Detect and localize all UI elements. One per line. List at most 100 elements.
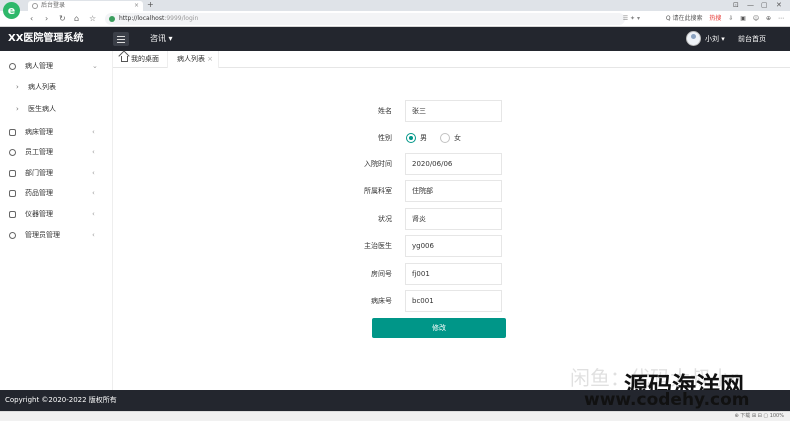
chevron-right-icon: ›: [16, 83, 19, 91]
sidebar-item-label: 部门管理: [25, 169, 53, 177]
gender-female-radio[interactable]: 女: [440, 132, 470, 144]
gender-male-radio[interactable]: 男: [406, 132, 436, 144]
avatar[interactable]: [686, 31, 701, 46]
sidebar-item-beds[interactable]: 病床管理 ‹: [0, 122, 113, 142]
app-header: XX医院管理系统 咨讯 ▾ 小刘 ▾ 前台首页: [0, 27, 790, 51]
url-path: :9999/login: [164, 15, 199, 22]
admin-icon: [9, 232, 16, 239]
more-icon[interactable]: ⋯: [778, 15, 784, 22]
copyright-text: Copyright ©2020-2022 版权所有: [5, 396, 117, 404]
staff-icon: [9, 149, 16, 156]
sidebar-item-staff[interactable]: 员工管理 ‹: [0, 142, 113, 162]
sidebar-item-label: 药品管理: [25, 189, 53, 197]
gender-label: 性别: [378, 134, 392, 142]
doctor-label: 主治医生: [364, 242, 392, 250]
menu-toggle-icon[interactable]: [113, 32, 129, 46]
globe-icon[interactable]: ⊕: [766, 15, 771, 22]
sidebar: 病人管理 ⌄ › 病人列表 › 医生病人 病床管理 ‹ 员工管理 ‹ 部门管理 …: [0, 51, 113, 390]
window-maximize-icon[interactable]: ▢: [761, 0, 768, 10]
sidebar-item-instruments[interactable]: 仪器管理 ‹: [0, 204, 113, 224]
name-input[interactable]: [405, 100, 502, 122]
window-minimize-icon[interactable]: —: [747, 0, 754, 10]
news-menu[interactable]: 咨讯 ▾: [150, 27, 173, 51]
new-tab-button[interactable]: +: [147, 0, 154, 10]
name-label: 姓名: [378, 107, 392, 115]
radio-unchecked-icon: [440, 133, 450, 143]
tab-label: 病人列表: [177, 55, 205, 63]
browser-toolbar: Q 请在此搜索 热搜 ⇩ ▣ ☺ ⊕ ⋯: [661, 13, 784, 25]
form-row-gender: 性别 男 女: [113, 127, 790, 149]
gender-male-label: 男: [420, 134, 427, 142]
house-icon: [121, 56, 128, 62]
reload-icon[interactable]: ↻: [59, 13, 66, 25]
user-menu[interactable]: 小刘 ▾: [705, 27, 725, 51]
address-bar: ‹ › ↻ ⌂ ☆ http://localhost:9999/login ☰ …: [0, 11, 790, 27]
department-icon: [9, 170, 16, 177]
form-row-room: 房间号: [113, 263, 790, 285]
browser-tab-bar: 后台登录 × + ⊡ — ▢ ✕: [0, 0, 790, 11]
admit-time-label: 入院时间: [364, 160, 392, 168]
secure-icon: [109, 16, 115, 22]
submit-button[interactable]: 修改: [372, 318, 506, 338]
doctor-input[interactable]: [405, 235, 502, 257]
sidebar-item-label: 员工管理: [25, 148, 53, 156]
extension-icon[interactable]: ▣: [740, 15, 746, 22]
department-label: 所属科室: [364, 187, 392, 195]
download-icon[interactable]: ⇩: [728, 15, 733, 22]
bed-input[interactable]: [405, 290, 502, 312]
front-page-link[interactable]: 前台首页: [738, 27, 766, 51]
account-icon[interactable]: ☺: [753, 15, 759, 22]
status-input[interactable]: [405, 208, 502, 230]
sidebar-item-patients[interactable]: 病人管理 ⌄: [0, 56, 113, 76]
page-favicon-icon: [32, 3, 38, 9]
form-row-name: 姓名: [113, 100, 790, 122]
search-hint[interactable]: Q 请在此搜索: [666, 15, 703, 22]
url-actions[interactable]: ☰ ✦ ▾: [623, 13, 640, 25]
sidebar-item-departments[interactable]: 部门管理 ‹: [0, 163, 113, 183]
chevron-right-icon: ›: [16, 105, 19, 113]
forward-icon[interactable]: ›: [45, 13, 48, 25]
browser-status-bar: ⊕ 下载 ⊞ ⊟ ▢ 100%: [0, 411, 790, 421]
sidebar-subitem-label: 病人列表: [28, 83, 56, 91]
sidebar-item-label: 管理员管理: [25, 231, 60, 239]
status-label: 状况: [378, 215, 392, 223]
chevron-left-icon: ‹: [92, 231, 95, 239]
bed-icon: [9, 129, 16, 136]
chevron-left-icon: ‹: [92, 128, 95, 136]
form-row-bed: 病床号: [113, 290, 790, 312]
tab-patient-list[interactable]: 病人列表 ×: [167, 51, 219, 68]
star-icon[interactable]: ☆: [89, 13, 96, 25]
home-icon[interactable]: ⌂: [74, 13, 79, 25]
room-input[interactable]: [405, 263, 502, 285]
back-icon[interactable]: ‹: [30, 13, 33, 25]
browser-tab[interactable]: 后台登录 ×: [28, 1, 143, 11]
form-row-admit-time: 入院时间: [113, 153, 790, 175]
chevron-left-icon: ‹: [92, 148, 95, 156]
instrument-icon: [9, 211, 16, 218]
sidebar-subitem-doctor-patients[interactable]: › 医生病人: [0, 99, 113, 120]
tab-close-icon[interactable]: ×: [134, 1, 139, 11]
gender-female-label: 女: [454, 134, 461, 142]
status-text: ⊕ 下载 ⊞ ⊟ ▢ 100%: [734, 413, 784, 419]
sidebar-subitem-label: 医生病人: [28, 105, 56, 113]
sidebar-item-label: 仪器管理: [25, 210, 53, 218]
admit-time-input[interactable]: [405, 153, 502, 175]
department-input[interactable]: [405, 180, 502, 202]
chevron-left-icon: ‹: [92, 210, 95, 218]
sidebar-item-medicine[interactable]: 药品管理 ‹: [0, 183, 113, 203]
tab-home[interactable]: 我的桌面: [121, 51, 159, 68]
window-restore-icon[interactable]: ⊡: [733, 0, 739, 10]
app-title: XX医院管理系统: [8, 33, 84, 44]
form-row-department: 所属科室: [113, 180, 790, 202]
sidebar-subitem-patient-list[interactable]: › 病人列表: [0, 77, 113, 98]
tab-label: 我的桌面: [131, 55, 159, 63]
sidebar-item-admins[interactable]: 管理员管理 ‹: [0, 225, 113, 245]
sidebar-item-label: 病人管理: [25, 62, 53, 70]
window-close-icon[interactable]: ✕: [776, 0, 782, 10]
close-icon[interactable]: ×: [207, 51, 213, 68]
browser-tab-title: 后台登录: [41, 2, 66, 9]
main-content: 姓名 性别 男 女 入院时间 所属科室 状况 主治医生 房间号 病床号 修改: [113, 69, 790, 390]
url-input[interactable]: http://localhost:9999/login: [105, 13, 625, 25]
room-label: 房间号: [371, 270, 392, 278]
hot-search-link[interactable]: 热搜: [709, 15, 721, 22]
